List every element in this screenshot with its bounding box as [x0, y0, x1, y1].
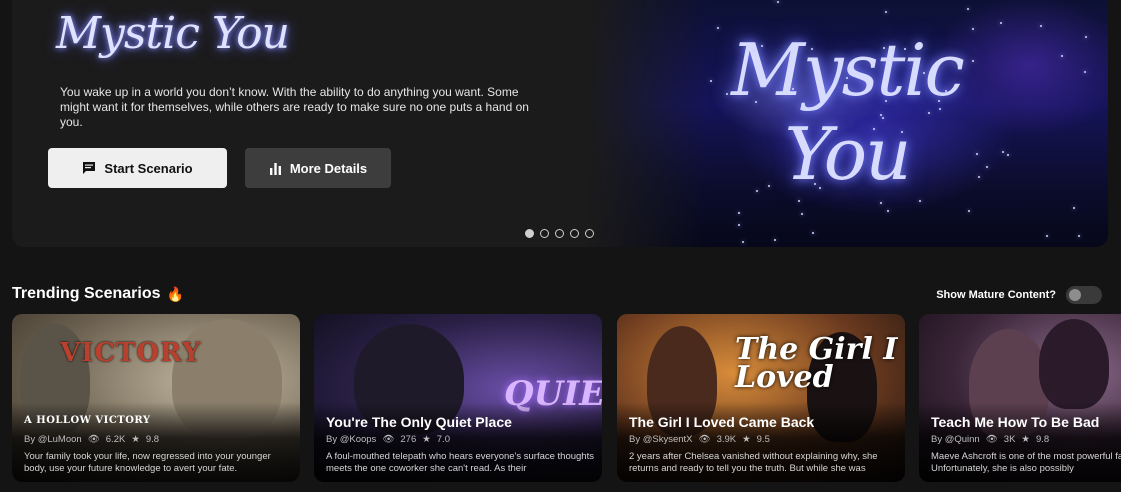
sparkle — [752, 50, 755, 53]
card-views: 3.9K — [716, 434, 737, 445]
card-author: By @SkysentX — [629, 434, 693, 445]
card-rating: 7.0 — [436, 434, 450, 445]
carousel-dot-2[interactable] — [540, 229, 549, 238]
card-meta: By @Koops 👁 276 ★ 7.0 — [326, 434, 450, 445]
star-icon: ★ — [742, 434, 751, 445]
sparkle — [966, 7, 969, 10]
sparkle — [900, 131, 903, 133]
card-title: Teach Me How To Be Bad — [931, 414, 1100, 430]
card-views: 3K — [1003, 434, 1016, 445]
sparkle — [738, 224, 741, 227]
card-rating: 9.8 — [145, 434, 160, 445]
sparkle — [1084, 36, 1087, 39]
carousel-dot-1[interactable] — [525, 229, 534, 238]
sparkle — [939, 107, 942, 110]
card-author: By @Koops — [326, 434, 377, 445]
sparkle — [887, 210, 890, 213]
sparkle — [977, 175, 980, 178]
sparkle — [760, 45, 763, 48]
chat-icon — [83, 162, 96, 174]
start-scenario-label: Start Scenario — [104, 160, 193, 176]
card-meta: By @Quinn 👁 3K ★ 9.8 — [931, 434, 1049, 445]
card-description: A foul-mouthed telepath who hears everyo… — [326, 451, 594, 474]
mature-content-label: Show Mature Content? — [936, 289, 1056, 301]
carousel-dot-4[interactable] — [570, 229, 579, 238]
eye-icon: 👁 — [985, 434, 998, 445]
card-illustration — [1039, 319, 1109, 409]
eye-icon: 👁 — [87, 434, 100, 445]
card-description: Maeve Ashcroft is one of the most powerf… — [931, 451, 1121, 474]
sparkle — [1040, 25, 1043, 28]
carousel-dot-5[interactable] — [585, 229, 594, 238]
mature-content-control: Show Mature Content? — [936, 286, 1102, 304]
sparkle — [725, 93, 728, 96]
card-meta: By @SkysentX 👁 3.9K ★ 9.5 — [629, 434, 770, 445]
card-rating: 9.8 — [1035, 434, 1050, 445]
sparkle — [709, 79, 712, 82]
sparkle — [1084, 70, 1087, 73]
sparkle — [1046, 234, 1049, 237]
eye-icon: 👁 — [698, 434, 711, 445]
scenario-card[interactable]: Teach Me How To Be Bad By @Quinn 👁 3K ★ … — [919, 314, 1121, 482]
scenario-card[interactable]: The Girl I Loved The Girl I Loved Came B… — [617, 314, 905, 482]
sparkle — [834, 79, 837, 82]
sparkle — [774, 239, 777, 242]
hero-banner: Mystic You Mystic You You wake up in a w… — [12, 0, 1108, 247]
hero-artwork: Mystic You — [587, 0, 1108, 247]
sparkle — [880, 201, 883, 204]
scenario-description: You wake up in a world you don’t know. W… — [60, 85, 529, 129]
star-icon: ★ — [131, 434, 140, 445]
card-title: A HOLLOW VICTORY — [24, 415, 151, 426]
sparkle — [797, 199, 800, 202]
card-views: 276 — [400, 434, 417, 445]
sparkle — [1073, 207, 1076, 210]
card-title: You're The Only Quiet Place — [326, 414, 512, 430]
mature-content-toggle[interactable] — [1066, 286, 1102, 304]
sparkle — [742, 240, 745, 243]
sparkle — [776, 0, 779, 3]
carousel-dot-3[interactable] — [555, 229, 564, 238]
sparkle — [1006, 154, 1009, 157]
sparkle — [812, 231, 815, 234]
sparkle — [767, 185, 770, 188]
card-meta: By @LuMoon 👁 6.2K ★ 9.8 — [24, 434, 159, 445]
sparkle — [1061, 55, 1064, 58]
card-description: Your family took your life, now regresse… — [24, 451, 271, 474]
trending-carousel: VICTORY A HOLLOW VICTORY By @LuMoon 👁 6.… — [12, 314, 1121, 482]
sparkle — [939, 92, 942, 95]
card-author: By @Quinn — [931, 434, 980, 445]
card-views: 6.2K — [105, 434, 126, 445]
hero-art-logo: Mystic You — [731, 28, 965, 196]
more-details-button[interactable]: More Details — [245, 148, 391, 188]
bar-chart-icon — [269, 162, 281, 175]
section-title: Trending Scenarios 🔥 — [12, 285, 184, 303]
sparkle — [884, 10, 887, 13]
card-author: By @LuMoon — [24, 434, 82, 445]
trending-title-label: Trending Scenarios — [12, 285, 161, 302]
card-title: The Girl I Loved Came Back — [629, 414, 815, 430]
start-scenario-button[interactable]: Start Scenario — [48, 148, 227, 188]
sparkle — [903, 47, 906, 50]
card-art-title: The Girl I Loved — [735, 332, 898, 395]
sparkle — [1000, 21, 1003, 24]
card-art-title: VICTORY — [60, 338, 202, 368]
sparkle — [919, 199, 922, 202]
card-description: 2 years after Chelsea vanished without e… — [629, 451, 878, 474]
scenario-card[interactable]: VICTORY A HOLLOW VICTORY By @LuMoon 👁 6.… — [12, 314, 300, 482]
card-rating: 9.5 — [756, 434, 770, 445]
sparkle — [738, 212, 741, 215]
scenario-card[interactable]: QUIET You're The Only Quiet Place By @Ko… — [314, 314, 602, 482]
scenario-logo: Mystic You — [56, 8, 290, 59]
sparkle — [975, 152, 978, 155]
sparkle — [967, 209, 970, 212]
carousel-pagination — [525, 229, 594, 238]
sparkle — [1077, 235, 1080, 238]
star-icon: ★ — [1021, 434, 1030, 445]
flame-icon: 🔥 — [166, 285, 184, 302]
eye-icon: 👁 — [382, 434, 395, 445]
sparkle — [801, 213, 804, 216]
star-icon: ★ — [422, 434, 431, 445]
more-details-label: More Details — [289, 160, 368, 176]
